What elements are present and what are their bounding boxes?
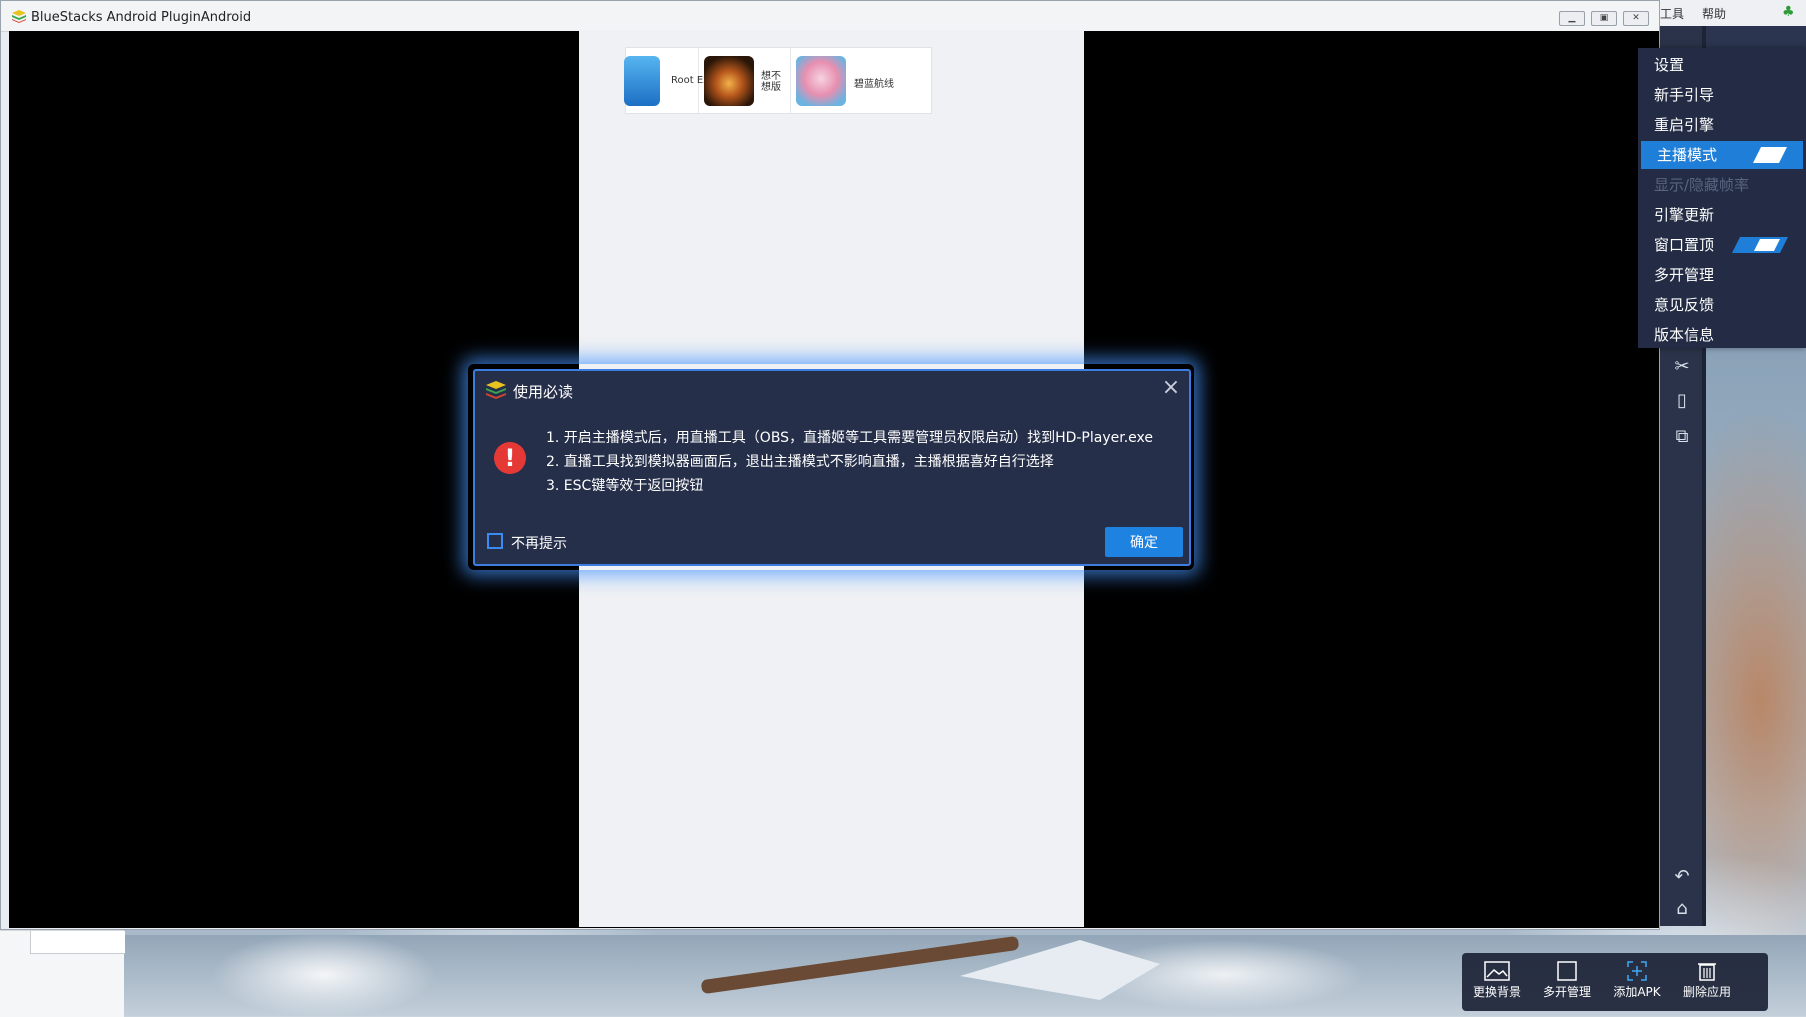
menu-item-fps-toggle: 显示/隐藏帧率 — [1638, 171, 1806, 199]
bluestacks-logo-icon — [486, 381, 506, 399]
multi-instance-label: 多开管理 — [1542, 985, 1591, 999]
dialog-line-2: 2. 直播工具找到模拟器画面后，退出主播模式不影响直播，主播根据喜好自行选择 — [546, 454, 1054, 470]
app-tile-meditation[interactable]: 想不想版 — [698, 48, 791, 113]
menu-item-beginner-guide[interactable]: 新手引导 — [1638, 81, 1806, 109]
menu-item-engine-update[interactable]: 引擎更新 — [1638, 201, 1806, 229]
menu-item-label: 引擎更新 — [1654, 206, 1715, 224]
change-background-label: 更换背景 — [1472, 985, 1521, 999]
menu-item-settings[interactable]: 设置 — [1638, 51, 1806, 79]
menu-item-multi-instance[interactable]: 多开管理 — [1638, 261, 1806, 289]
menu-item-label: 多开管理 — [1654, 266, 1715, 284]
add-apk-button[interactable]: 添加APK — [1602, 953, 1672, 1011]
shake-icon[interactable]: ▯ — [1670, 389, 1694, 413]
settings-menu: 设置 新手引导 重启引擎 主播模式 显示/隐藏帧率 引擎更新 窗口置顶 多开管理… — [1638, 48, 1806, 348]
change-background-button[interactable]: 更换背景 — [1462, 953, 1532, 1011]
menu-item-label: 重启引擎 — [1654, 116, 1715, 134]
image-icon — [1484, 961, 1510, 981]
meditating-figure-icon — [704, 56, 754, 106]
menu-item-streamer-mode[interactable]: 主播模式 — [1641, 141, 1803, 169]
dialog-title: 使用必读 — [513, 383, 574, 401]
restore-button[interactable]: ▣ — [1591, 11, 1617, 26]
trash-icon — [1698, 963, 1716, 981]
notice-dialog: 使用必读 × ! 1. 开启主播模式后，用直播工具（OBS，直播姬等工具需要管理… — [473, 369, 1191, 566]
background-window-stub — [0, 930, 125, 1017]
multi-instance-button[interactable]: 多开管理 — [1532, 953, 1602, 1011]
menu-item-version-info[interactable]: 版本信息 — [1638, 321, 1806, 349]
streamer-mode-toggle[interactable] — [1753, 147, 1787, 163]
root-explorer-icon — [624, 56, 660, 106]
dialog-line-1: 1. 开启主播模式后，用直播工具（OBS，直播姬等工具需要管理员权限启动）找到H… — [546, 430, 1153, 446]
close-button[interactable]: ✕ — [1623, 11, 1649, 26]
multi-window-icon[interactable]: ⧉ — [1670, 425, 1694, 449]
menu-item-label: 版本信息 — [1654, 326, 1715, 344]
header-menu-help[interactable]: 帮助 — [1702, 5, 1726, 22]
gift-icon[interactable]: ♣ — [1782, 4, 1795, 20]
menu-item-label: 意见反馈 — [1654, 296, 1715, 314]
app-shortcut-row: Root Ex 想不想版 碧蓝航线 — [624, 47, 932, 114]
app-name: 碧蓝航线 — [854, 79, 894, 90]
bluestacks-logo-icon — [12, 10, 26, 23]
menu-item-feedback[interactable]: 意见反馈 — [1638, 291, 1806, 319]
delete-app-label: 删除应用 — [1682, 985, 1731, 999]
bottom-toolbar: 更换背景 多开管理 添加APK 删除应用 — [1462, 953, 1768, 1011]
app-name: 想不想版 — [761, 71, 781, 93]
anime-girl-icon — [796, 56, 846, 106]
title-bar[interactable]: BlueStacks Android PluginAndroid ▁ ▣ ✕ — [1, 1, 1659, 32]
menu-item-label: 设置 — [1654, 56, 1685, 74]
launcher-header: 工具 帮助 ♣ — [1648, 0, 1806, 26]
add-apk-icon — [1627, 961, 1647, 981]
menu-item-always-on-top[interactable]: 窗口置顶 — [1638, 231, 1806, 259]
warning-icon: ! — [494, 442, 526, 474]
always-on-top-toggle[interactable] — [1732, 237, 1788, 253]
window-title: BlueStacks Android PluginAndroid — [31, 10, 252, 25]
minimize-button[interactable]: ▁ — [1559, 11, 1585, 26]
background-window-field — [30, 931, 125, 954]
dialog-line-3: 3. ESC键等效于返回按钮 — [546, 478, 704, 494]
menu-item-label: 窗口置顶 — [1654, 236, 1715, 254]
menu-item-label: 显示/隐藏帧率 — [1654, 176, 1750, 194]
window-icon — [1557, 961, 1577, 981]
delete-app-button[interactable]: 删除应用 — [1672, 953, 1742, 1011]
back-icon[interactable]: ↶ — [1670, 865, 1694, 889]
confirm-button[interactable]: 确定 — [1105, 527, 1183, 557]
app-tile-root-explorer[interactable]: Root Ex — [624, 48, 709, 113]
dont-show-again-checkbox[interactable] — [487, 533, 503, 549]
menu-item-label: 新手引导 — [1654, 86, 1715, 104]
dont-show-again-label[interactable]: 不再提示 — [511, 533, 567, 553]
header-menu-tools[interactable]: 工具 — [1660, 5, 1684, 22]
add-apk-label: 添加APK — [1613, 985, 1661, 999]
dialog-close-icon[interactable]: × — [1160, 377, 1182, 399]
menu-item-label: 主播模式 — [1657, 146, 1718, 164]
menu-item-restart-engine[interactable]: 重启引擎 — [1638, 111, 1806, 139]
home-icon[interactable]: ⌂ — [1670, 897, 1694, 921]
app-tile-azur-lane[interactable]: 碧蓝航线 — [790, 48, 931, 113]
scissors-icon[interactable]: ✂ — [1670, 355, 1694, 379]
